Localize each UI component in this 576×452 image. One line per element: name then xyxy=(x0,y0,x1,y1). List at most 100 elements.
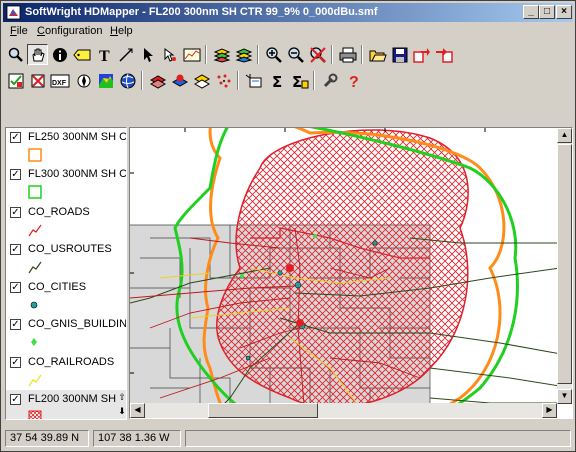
svg-text:T: T xyxy=(99,48,110,63)
layer-checkbox[interactable]: ✓ xyxy=(10,207,21,218)
scatter-points-icon[interactable] xyxy=(213,70,234,91)
layer-name: CO_CITIES xyxy=(28,281,87,293)
layer-item-co-roads[interactable]: ✓ CO_ROADS xyxy=(6,203,126,240)
green-square-symbol-icon xyxy=(28,185,42,199)
checklist-icon[interactable] xyxy=(5,70,26,91)
layer-item-co-railroads[interactable]: ✓ CO_RAILROADS xyxy=(6,353,126,390)
layer-checkbox[interactable]: ✓ xyxy=(10,394,21,405)
layer-item-co-cities[interactable]: ✓ CO_CITIES xyxy=(6,278,126,315)
layer-move-up-icon[interactable]: ⇧ xyxy=(117,392,126,403)
coverage-layer-icon[interactable] xyxy=(169,70,190,91)
select-arrow-icon[interactable] xyxy=(137,44,158,65)
orange-square-symbol-icon xyxy=(28,148,42,162)
pan-hand-icon[interactable] xyxy=(27,44,48,65)
zoom-in-icon[interactable] xyxy=(263,44,284,65)
layer-checkbox[interactable]: ✓ xyxy=(10,132,21,143)
site-add-icon[interactable] xyxy=(147,70,168,91)
toolbar-bottom: DXF Σ Σ ? xyxy=(3,68,573,93)
map-horizontal-scrollbar[interactable]: ◀ ▶ xyxy=(130,403,557,418)
layer-name: CO_ROADS xyxy=(28,206,90,218)
toolbar-top: T xyxy=(3,42,573,67)
svg-text:Σ: Σ xyxy=(292,73,302,89)
sum-add-icon[interactable]: Σ xyxy=(289,70,310,91)
help-question-icon[interactable]: ? xyxy=(343,70,364,91)
globe-icon[interactable] xyxy=(117,70,138,91)
layer-move-down-icon[interactable]: ⬇ xyxy=(117,406,126,417)
terrain-color-icon[interactable] xyxy=(95,70,116,91)
app-icon xyxy=(6,5,21,20)
horizontal-scroll-thumb[interactable] xyxy=(208,403,318,418)
svg-text:?: ? xyxy=(349,74,359,89)
close-button[interactable]: × xyxy=(556,5,572,19)
coverage-map[interactable] xyxy=(130,128,572,418)
clear-layer-icon[interactable] xyxy=(27,70,48,91)
scroll-right-icon[interactable]: ▶ xyxy=(542,403,557,418)
profile-graph-icon[interactable] xyxy=(181,44,202,65)
scroll-left-icon[interactable]: ◀ xyxy=(130,403,145,418)
darkgreen-line-symbol-icon xyxy=(28,261,42,274)
compass-icon[interactable] xyxy=(73,70,94,91)
minimize-button[interactable]: _ xyxy=(523,5,539,19)
longitude-readout: 107 38 1.36 W xyxy=(93,430,181,447)
layer-name: CO_USROUTES xyxy=(28,243,112,255)
map-view[interactable] xyxy=(129,127,573,419)
layers-edit-icon[interactable] xyxy=(233,44,254,65)
menu-configuration[interactable]: Configuration xyxy=(37,25,102,37)
sum-icon[interactable]: Σ xyxy=(267,70,288,91)
layers-icon[interactable] xyxy=(211,44,232,65)
menu-file[interactable]: File xyxy=(10,25,28,37)
layer-name: FL250 300NM SH CTR xyxy=(28,131,127,143)
status-bar: 37 54 39.89 N 107 38 1.36 W xyxy=(3,428,573,449)
layer-item-fl250[interactable]: ✓ FL250 300NM SH CTR xyxy=(6,128,127,165)
vertical-scroll-thumb[interactable] xyxy=(557,144,572,384)
layer-item-fl300[interactable]: ✓ FL300 300NM SH CTR xyxy=(6,165,127,202)
green-diamond-symbol-icon xyxy=(31,338,37,346)
zoom-out-icon[interactable] xyxy=(285,44,306,65)
menu-bar: File Configuration Help xyxy=(3,23,573,41)
open-folder-icon[interactable] xyxy=(367,44,388,65)
print-icon[interactable] xyxy=(337,44,358,65)
scroll-down-icon[interactable]: ▼ xyxy=(557,389,572,404)
layer-checkbox[interactable]: ✓ xyxy=(10,244,21,255)
tower-site-icon[interactable] xyxy=(243,70,264,91)
scroll-up-icon[interactable]: ▲ xyxy=(557,128,572,143)
label-tag-icon[interactable] xyxy=(71,44,92,65)
fl200-coverage-area xyxy=(216,129,469,408)
dxf-icon[interactable]: DXF xyxy=(49,70,70,91)
svg-text:Σ: Σ xyxy=(272,73,282,89)
zoom-tool-icon[interactable] xyxy=(5,44,26,65)
maximize-button[interactable]: □ xyxy=(539,5,555,19)
teal-dot-symbol-icon xyxy=(30,301,38,309)
export-icon[interactable] xyxy=(411,44,432,65)
layer-checkbox[interactable]: ✓ xyxy=(10,357,21,368)
settings-wrench-icon[interactable] xyxy=(319,70,340,91)
layer-name: CO_RAILROADS xyxy=(28,356,115,368)
layer-item-co-usroutes[interactable]: ✓ CO_USROUTES xyxy=(6,240,126,277)
layer-checkbox[interactable]: ✓ xyxy=(10,319,21,330)
layer-item-co-gnis-buildings[interactable]: ✓ CO_GNIS_BUILDINGS xyxy=(6,315,127,352)
overlay-stack-icon[interactable] xyxy=(191,70,212,91)
layer-name: FL300 300NM SH CTR xyxy=(28,168,127,180)
save-disk-icon[interactable] xyxy=(389,44,410,65)
status-message-panel xyxy=(185,430,571,447)
red-line-symbol-icon xyxy=(28,224,42,237)
latitude-readout: 37 54 39.89 N xyxy=(5,430,89,447)
menu-help[interactable]: Help xyxy=(110,25,133,37)
import-icon[interactable] xyxy=(433,44,454,65)
point-select-icon[interactable] xyxy=(159,44,180,65)
layer-name: FL200 300NM SH xyxy=(28,393,117,405)
text-tool-icon[interactable]: T xyxy=(93,44,114,65)
title-bar: SoftWright HDMapper - FL200 300nm SH CTR… xyxy=(3,3,573,22)
layer-item-fl200[interactable]: ✓ FL200 300NM SH ⇧ ⬇ xyxy=(6,390,126,419)
info-icon[interactable] xyxy=(49,44,70,65)
layer-checkbox[interactable]: ✓ xyxy=(10,169,21,180)
layer-name: CO_GNIS_BUILDINGS xyxy=(28,318,127,330)
layer-list-panel: ✓ FL250 300NM SH CTR ✓ FL300 300NM SH CT… xyxy=(5,127,127,420)
layer-checkbox[interactable]: ✓ xyxy=(10,282,21,293)
yellow-line-symbol-icon xyxy=(28,374,42,387)
map-vertical-scrollbar[interactable]: ▲ ▼ xyxy=(557,128,572,404)
svg-text:DXF: DXF xyxy=(52,80,67,87)
window-title: SoftWright HDMapper - FL200 300nm SH CTR… xyxy=(25,6,378,18)
zoom-cancel-icon[interactable] xyxy=(307,44,328,65)
measure-line-icon[interactable] xyxy=(115,44,136,65)
